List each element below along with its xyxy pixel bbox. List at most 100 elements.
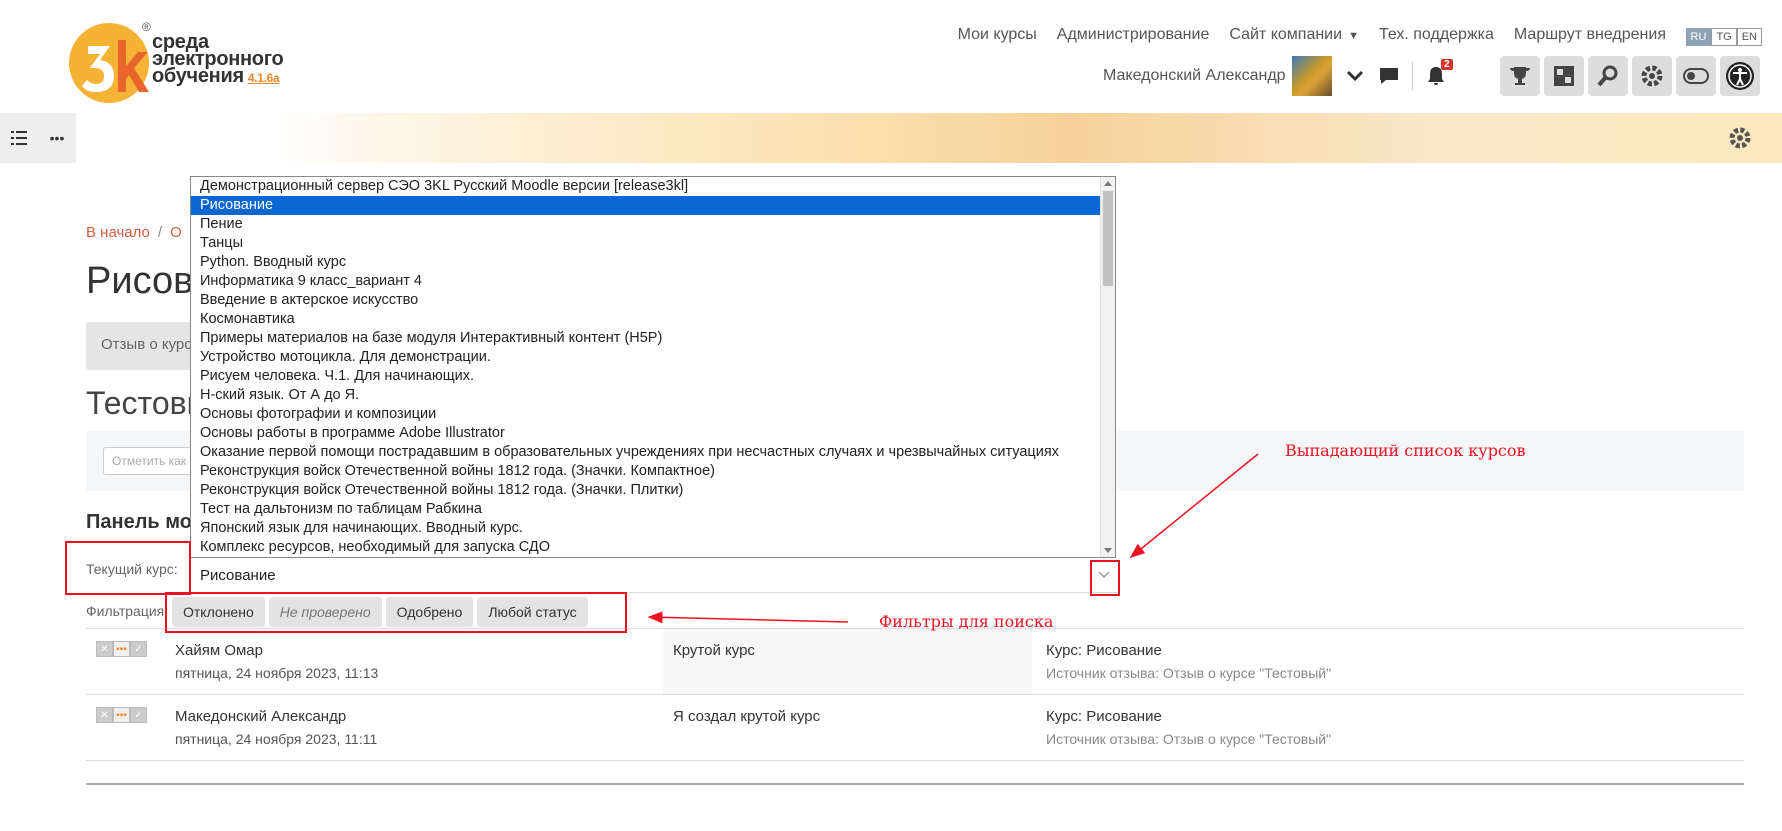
user-name[interactable]: Македонский Александр [1103, 67, 1286, 85]
review-source: Источник отзыва: Отзыв о курсе "Тестовый… [1046, 665, 1332, 681]
course-dropdown-list: Демонстрационный сервер СЭО 3KL Русский … [190, 176, 1116, 558]
avatar[interactable] [1291, 56, 1332, 96]
search-button[interactable] [1588, 56, 1628, 96]
dropdown-option[interactable]: Устройство мотоцикла. Для демонстрации. [191, 348, 1100, 367]
review-author: Хайям Омар [175, 642, 263, 659]
nav-company-site-label: Сайт компании [1229, 26, 1343, 43]
breadcrumb: В начало / О [86, 224, 182, 241]
chat-icon[interactable] [1378, 65, 1400, 87]
page: ® среда электронного обучения 4.1.6а Мои … [0, 0, 1782, 831]
row-actions: ✕ ▪▪▪ ✓ [96, 707, 147, 723]
nav-administration[interactable]: Администрирование [1057, 26, 1210, 44]
list-icon [11, 131, 27, 145]
scroll-thumb[interactable] [1103, 191, 1113, 286]
dropdown-option[interactable]: Введение в актерское искусство [191, 291, 1100, 310]
course-select[interactable]: Рисование [190, 559, 1119, 593]
dropdown-option[interactable]: Тест на дальтонизм по таблицам Рабкина [191, 500, 1100, 519]
bell-icon[interactable]: 2 [1425, 59, 1453, 87]
lang-tg[interactable]: TG [1711, 28, 1737, 46]
pending-icon[interactable]: ▪▪▪ [113, 707, 130, 723]
accessibility-button[interactable] [1720, 56, 1760, 96]
logo-line-3: обучения 4.1.6а [152, 66, 283, 87]
gear-icon [1641, 65, 1663, 87]
feedback-tab[interactable]: Отзыв о курс [86, 322, 206, 370]
reject-icon[interactable]: ✕ [96, 707, 113, 723]
review-source: Источник отзыва: Отзыв о курсе "Тестовый… [1046, 731, 1332, 747]
approve-icon[interactable]: ✓ [130, 707, 147, 723]
dropdown-option[interactable]: Реконструкция войск Отечественной войны … [191, 481, 1100, 500]
breadcrumb-next[interactable]: О [170, 224, 182, 241]
annotation-dropdown-note: Выпадающий список курсов [1285, 441, 1526, 460]
language-switcher: RU TG EN [1685, 28, 1762, 46]
filter-label: Фильтрация: [86, 603, 169, 619]
breadcrumb-home[interactable]: В начало [86, 224, 150, 241]
nav-my-courses[interactable]: Мои курсы [958, 26, 1037, 44]
reviews-table: ✕ ▪▪▪ ✓ Хайям Омар пятница, 24 ноября 20… [86, 628, 1744, 761]
dropdown-option[interactable]: Комплекс ресурсов, необходимый для запус… [191, 538, 1100, 557]
theme-toggle-button[interactable] [1676, 56, 1716, 96]
list-view-button[interactable] [0, 113, 38, 163]
review-comment: Я создал крутой курс [673, 708, 821, 725]
nav-implementation-route[interactable]: Маршрут внедрения [1514, 26, 1666, 44]
dropdown-option[interactable]: Н-ский язык. От А до Я. [191, 386, 1100, 405]
dropdown-option[interactable]: Python. Вводный курс [191, 253, 1100, 272]
reject-icon[interactable]: ✕ [96, 641, 113, 657]
scroll-down-icon[interactable] [1104, 548, 1112, 553]
table-row: ✕ ▪▪▪ ✓ Македонский Александр пятница, 2… [86, 695, 1744, 761]
toggle-icon [1683, 68, 1709, 84]
scroll-up-icon[interactable] [1104, 181, 1112, 186]
comment-cell [663, 629, 1032, 694]
site-logo[interactable]: ® среда электронного обучения 4.1.6а [68, 20, 288, 106]
dropdown-option[interactable]: Реконструкция войск Отечественной войны … [191, 462, 1100, 481]
grid-button[interactable] [1544, 56, 1584, 96]
lang-ru[interactable]: RU [1685, 28, 1712, 46]
review-course: Курс: Рисование [1046, 708, 1162, 725]
feedback-tab-label: Отзыв о курс [101, 336, 192, 353]
approve-icon[interactable]: ✓ [130, 641, 147, 657]
dropdown-option[interactable]: Оказание первой помощи пострадавшим в об… [191, 443, 1100, 462]
gear-icon[interactable] [1728, 126, 1752, 150]
arrow-to-filters [647, 611, 849, 624]
pending-icon[interactable]: ▪▪▪ [113, 641, 130, 657]
nav-company-site[interactable]: Сайт компании ▼ [1229, 26, 1359, 44]
dropdown-option[interactable]: Танцы [191, 234, 1100, 253]
notification-badge: 2 [1441, 59, 1453, 70]
logo-reg-mark: ® [142, 20, 151, 34]
dropdown-option[interactable]: Японский язык для начинающих. Вводный ку… [191, 519, 1100, 538]
panel-heading: Панель мод [86, 511, 205, 533]
toolbar [1500, 56, 1760, 96]
annotation-filters-note: Фильтры для поиска [879, 612, 1054, 631]
logo-version: 4.1.6а [247, 71, 280, 85]
divider [1411, 62, 1413, 90]
chevron-down-icon[interactable] [1344, 65, 1366, 87]
dropdown-option[interactable]: Основы работы в программе Adobe Illustra… [191, 424, 1100, 443]
annotation-box-filters [165, 592, 627, 633]
review-course: Курс: Рисование [1046, 642, 1162, 659]
review-date: пятница, 24 ноября 2023, 11:13 [175, 665, 379, 681]
dropdown-option[interactable]: Пение [191, 215, 1100, 234]
divider [86, 783, 1744, 785]
dropdown-items: Демонстрационный сервер СЭО 3KL Русский … [191, 177, 1115, 557]
trophy-button[interactable] [1500, 56, 1540, 96]
more-button[interactable]: ••• [38, 113, 76, 163]
dropdown-option[interactable]: Рисуем человека. Ч.1. Для начинающих. [191, 367, 1100, 386]
nav-support[interactable]: Тех. поддержка [1379, 26, 1494, 44]
review-comment: Крутой курс [673, 642, 755, 659]
dropdown-option[interactable]: Примеры материалов на базе модуля Интера… [191, 329, 1100, 348]
dropdown-option[interactable]: Рисование [191, 196, 1100, 215]
settings-button[interactable] [1632, 56, 1672, 96]
dropdown-option[interactable]: Демонстрационный сервер СЭО 3KL Русский … [191, 177, 1100, 196]
scrollbar[interactable] [1100, 177, 1115, 557]
dropdown-option[interactable]: Основы фотографии и композиции [191, 405, 1100, 424]
row-actions: ✕ ▪▪▪ ✓ [96, 641, 147, 657]
search-icon [1597, 65, 1618, 87]
dropdown-option[interactable]: Информатика 9 класс_вариант 4 [191, 272, 1100, 291]
logo-text: среда электронного обучения 4.1.6а [152, 32, 284, 87]
dropdown-option[interactable]: Космонавтика [191, 310, 1100, 329]
accessibility-icon [1726, 62, 1754, 90]
trophy-icon [1510, 67, 1530, 85]
user-menu: Македонский Александр 2 [1103, 56, 1453, 96]
banner-strip: ••• [0, 113, 1782, 163]
annotation-box-dropdown-caret [1090, 560, 1120, 596]
lang-en[interactable]: EN [1736, 28, 1762, 46]
